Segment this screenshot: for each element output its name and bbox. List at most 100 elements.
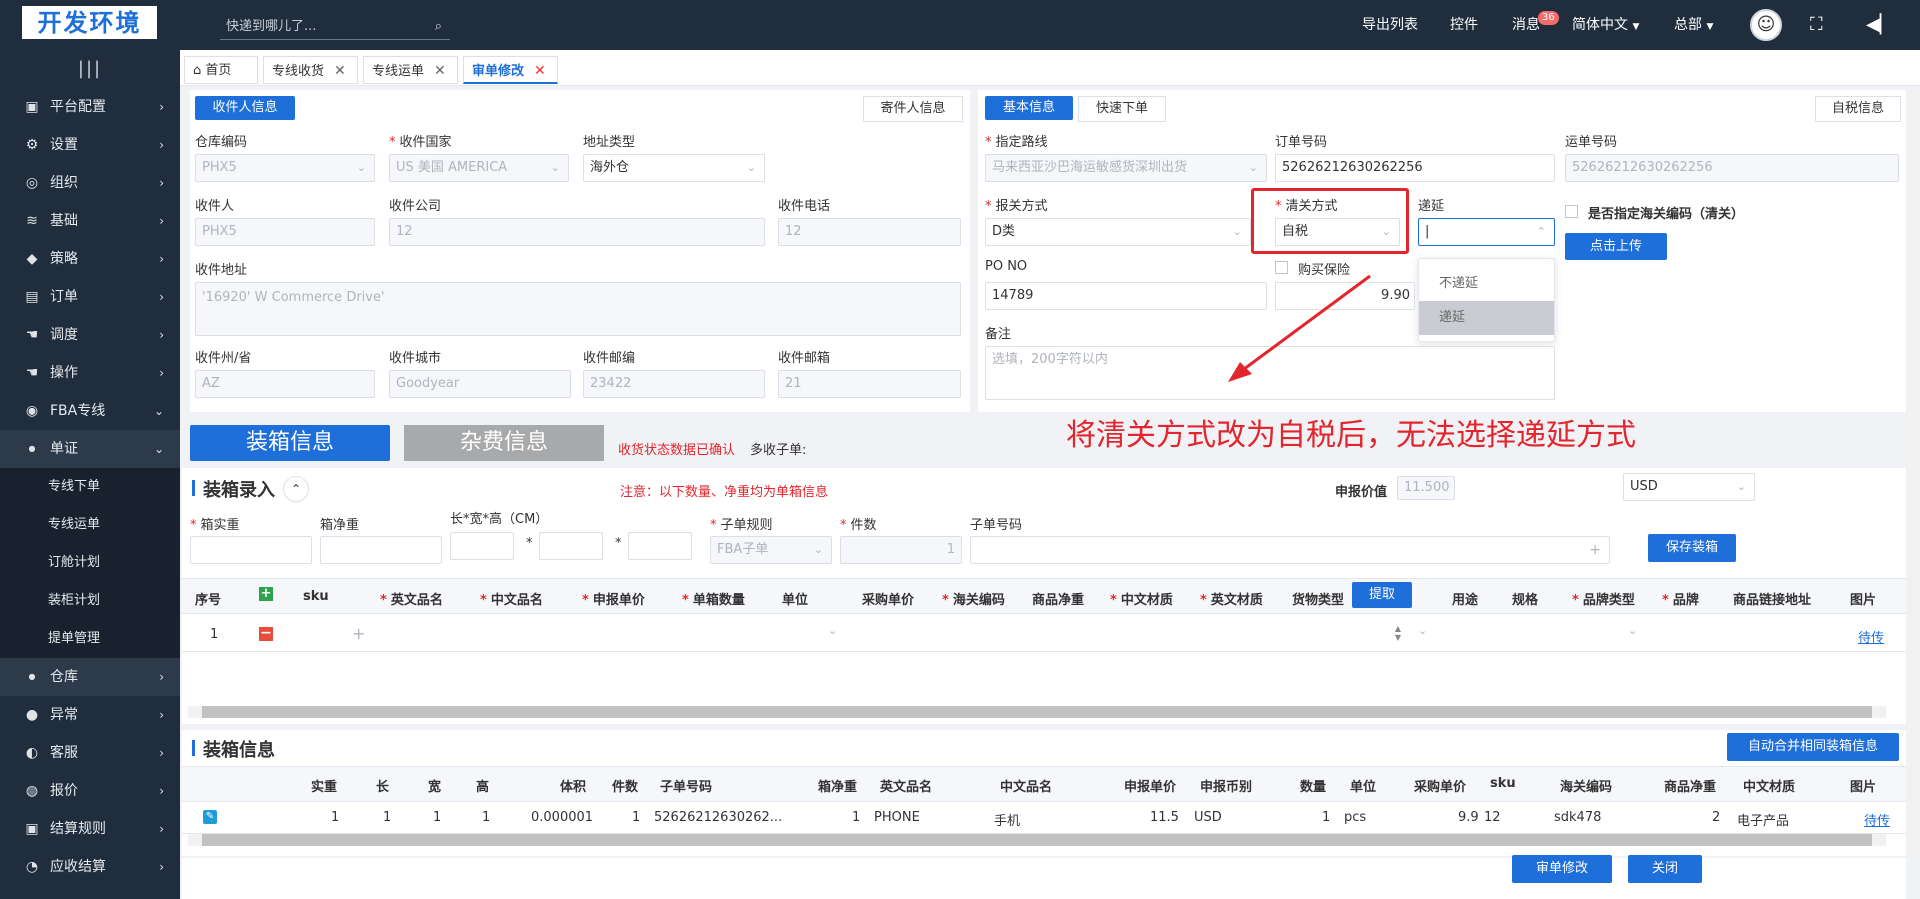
address-type-select[interactable]: 海外仓 ⌄ — [583, 154, 765, 182]
sidebar-item-receivables[interactable]: ◔ 应收结算 › — [0, 848, 180, 886]
declared-value-input[interactable]: 11.500 — [1397, 476, 1455, 500]
declare-select[interactable]: D类 ⌄ — [985, 218, 1251, 246]
clearance-select[interactable]: 自税 ⌄ — [1275, 218, 1400, 246]
vertical-scrollbar-track[interactable] — [1906, 90, 1920, 855]
sidebar-item-settings[interactable]: ⚙ 设置 › — [0, 126, 180, 164]
receiver-city-input[interactable]: Goodyear — [389, 370, 571, 398]
receiver-info-tab[interactable]: 收件人信息 — [195, 96, 295, 120]
fullscreen-icon[interactable]: ⛶ — [1810, 0, 1823, 50]
sidebar-item-platform-config[interactable]: ▣ 平台配置 › — [0, 88, 180, 126]
upload-image-link[interactable]: 待传 — [1858, 627, 1884, 646]
warehouse-code-select[interactable]: PHX5 ⌄ — [195, 154, 375, 182]
chevron-up-icon: ⌃ — [1536, 225, 1546, 238]
app-logo[interactable]: 开发环境 — [22, 6, 157, 39]
export-list-link[interactable]: 导出列表 — [1362, 0, 1418, 50]
sidebar-subitem-booking-plan[interactable]: 订舱计划 — [0, 544, 180, 582]
tab-line-receipt[interactable]: 专线收货 ✕ — [263, 56, 358, 84]
horizontal-scrollbar-thumb[interactable] — [202, 834, 1872, 846]
sidebar-subitem-loading-plan[interactable]: 装柜计划 — [0, 582, 180, 620]
sidebar-item-exceptions[interactable]: ● 异常 › — [0, 696, 180, 734]
country-select[interactable]: US 美国 AMERICA ⌄ — [389, 154, 569, 182]
close-button[interactable]: 关闭 — [1628, 855, 1702, 883]
sidebar-item-customer-service[interactable]: ◐ 客服 › — [0, 734, 180, 772]
sender-info-tab[interactable]: 寄件人信息 — [863, 96, 963, 122]
edit-icon[interactable]: ✎ — [203, 810, 217, 824]
chevron-down-icon[interactable]: ⌄ — [828, 624, 837, 637]
delete-row-icon[interactable]: − — [259, 626, 273, 641]
sidebar-item-dispatch[interactable]: ☚ 调度 › — [0, 316, 180, 354]
receiver-address-textarea[interactable]: '16920' W Commerce Drive' — [195, 282, 961, 336]
sub-rule-select[interactable]: FBA子单 ⌄ — [710, 536, 832, 564]
width-input[interactable] — [539, 532, 603, 560]
length-input[interactable] — [450, 532, 514, 560]
sidebar-item-basics[interactable]: ≋ 基础 › — [0, 202, 180, 240]
defer-select[interactable]: | ⌃ — [1418, 218, 1555, 246]
horizontal-scrollbar-thumb[interactable] — [202, 706, 1872, 718]
defer-option-yes[interactable]: 递延 — [1419, 301, 1554, 335]
close-icon[interactable]: ✕ — [334, 63, 346, 79]
route-select[interactable]: 马来西亚沙巴海运敏感货深圳出货 ⌄ — [985, 154, 1267, 182]
add-row-icon[interactable]: + — [259, 587, 273, 601]
customs-code-checkbox[interactable] — [1565, 205, 1578, 218]
sidebar-subitem-line-waybill[interactable]: 专线运单 — [0, 506, 180, 544]
misc-fee-tab[interactable]: 杂费信息 — [404, 425, 604, 461]
controls-link[interactable]: 控件 — [1450, 0, 1478, 50]
upload-button[interactable]: 点击上传 — [1565, 233, 1667, 260]
receiver-company-input[interactable]: 12 — [389, 218, 765, 246]
messages-link[interactable]: 消息 36 — [1512, 0, 1572, 50]
sidebar-item-quotation[interactable]: ◍ 报价 › — [0, 772, 180, 810]
close-icon[interactable]: ✕ — [534, 63, 546, 79]
sub-no-input[interactable]: + — [970, 536, 1610, 564]
upload-image-link[interactable]: 待传 — [1864, 810, 1890, 829]
sidebar-item-settlement-rules[interactable]: ▣ 结算规则 › — [0, 810, 180, 848]
quick-search-input[interactable]: 快递到哪儿了... ⌕ — [220, 14, 450, 40]
basic-info-tab[interactable]: 基本信息 — [985, 96, 1073, 120]
sidebar-item-organization[interactable]: ◎ 组织 › — [0, 164, 180, 202]
search-icon[interactable]: ⌕ — [435, 14, 442, 40]
sidebar-toggle-icon[interactable]: ||| — [0, 50, 180, 88]
quick-order-tab[interactable]: 快速下单 — [1078, 96, 1166, 122]
sidebar-item-strategy[interactable]: ◆ 策略 › — [0, 240, 180, 278]
collapse-panel-icon[interactable]: ◀▏ — [1866, 0, 1894, 50]
receiver-name-input[interactable]: PHX5 — [195, 218, 375, 246]
plus-icon[interactable]: + — [1589, 537, 1601, 563]
sidebar-subitem-line-order[interactable]: 专线下单 — [0, 468, 180, 506]
collapse-section-icon[interactable]: ⌃ — [283, 476, 309, 502]
sidebar-item-label: 订单 — [50, 289, 78, 305]
receiver-phone-input[interactable]: 12 — [778, 218, 961, 246]
sidebar-item-fba-line[interactable]: ◉ FBA专线 ⌄ — [0, 392, 180, 430]
tab-review-edit[interactable]: 审单修改 ✕ — [463, 56, 558, 84]
currency-select[interactable]: USD ⌄ — [1623, 473, 1755, 501]
waybill-input[interactable]: 52626212630262256 — [1565, 154, 1899, 182]
save-packing-button[interactable]: 保存装箱 — [1648, 534, 1736, 562]
receiver-zip-input[interactable]: 23422 — [583, 370, 765, 398]
close-icon[interactable]: ✕ — [434, 63, 446, 79]
gross-weight-input[interactable] — [190, 536, 312, 564]
sidebar-item-operations[interactable]: ☚ 操作 › — [0, 354, 180, 392]
extract-button[interactable]: 提取 — [1352, 582, 1412, 608]
sidebar-item-warehouse[interactable]: ● 仓库 › — [0, 658, 180, 696]
self-tax-info-tab[interactable]: 自税信息 — [1815, 96, 1901, 122]
chevron-down-icon[interactable]: ⌄ — [1628, 624, 1637, 637]
defer-option-no[interactable]: 不递延 — [1419, 267, 1554, 301]
stepper-icon[interactable]: ▲ ▼ — [1392, 624, 1404, 644]
auto-merge-button[interactable]: 自动合并相同装箱信息 — [1727, 733, 1899, 761]
language-dropdown[interactable]: 简体中文 ▼ — [1572, 0, 1639, 50]
plus-icon[interactable]: + — [352, 624, 365, 643]
net-weight-input[interactable] — [320, 536, 442, 564]
chevron-down-icon[interactable]: ⌄ — [1418, 624, 1427, 637]
tab-line-waybill[interactable]: 专线运单 ✕ — [363, 56, 458, 84]
sidebar-item-documents[interactable]: ● 单证 ⌄ — [0, 430, 180, 468]
pieces-input[interactable]: 1 — [840, 536, 962, 564]
tab-home[interactable]: ⌂ 首页 — [184, 56, 258, 84]
sidebar-item-orders[interactable]: ▤ 订单 › — [0, 278, 180, 316]
order-no-input[interactable]: 52626212630262256 — [1275, 154, 1555, 182]
sidebar-subitem-bill-management[interactable]: 提单管理 — [0, 620, 180, 658]
review-edit-button[interactable]: 审单修改 — [1512, 855, 1612, 883]
hq-dropdown[interactable]: 总部 ▼ — [1674, 0, 1713, 50]
receiver-state-input[interactable]: AZ — [195, 370, 375, 398]
user-avatar[interactable]: ☺ — [1750, 9, 1782, 41]
height-input[interactable] — [628, 532, 692, 560]
receiver-email-input[interactable]: 21 — [778, 370, 961, 398]
packing-info-tab[interactable]: 装箱信息 — [190, 425, 390, 461]
